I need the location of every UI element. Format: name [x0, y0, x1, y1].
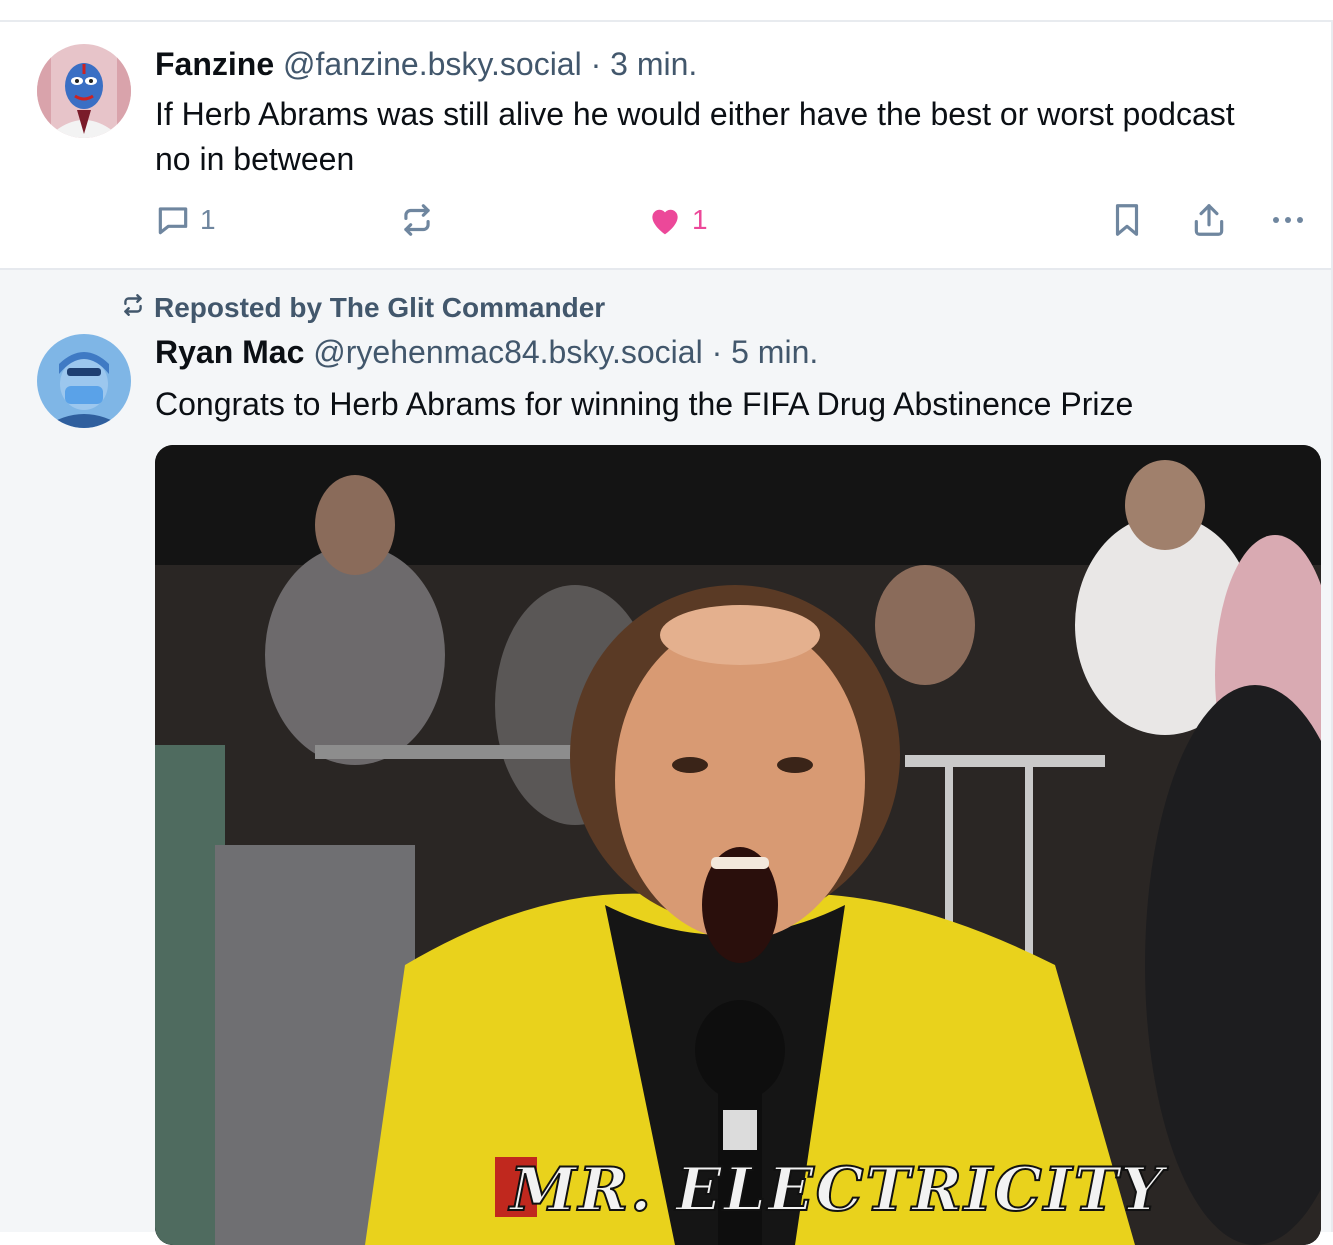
feed-post-ryan-mac[interactable]: Reposted by The Glit Commander Ryan Mac … [0, 270, 1331, 1245]
post-header: Ryan Mac @ryehenmac84.bsky.social · 5 mi… [155, 332, 818, 372]
heart-icon [646, 201, 684, 239]
share-button[interactable] [1190, 198, 1228, 242]
repost-small-icon [120, 292, 146, 325]
post-image[interactable]: MR. ELECTRICITY [155, 445, 1321, 1245]
like-count: 1 [692, 204, 708, 235]
more-dots-icon [1268, 201, 1308, 239]
post-text: Congrats to Herb Abrams for winning the … [155, 386, 1134, 422]
avatar-ryan-mac[interactable] [37, 334, 131, 428]
post-header: Fanzine @fanzine.bsky.social · 3 min. [155, 44, 697, 84]
post-text: If Herb Abrams was still alive he would … [155, 96, 1235, 177]
bookmark-icon [1108, 201, 1146, 239]
author-handle[interactable]: @fanzine.bsky.social [283, 46, 582, 82]
like-button[interactable]: 1 [646, 198, 708, 242]
repost-indicator[interactable]: Reposted by The Glit Commander [120, 290, 605, 326]
separator-dot: · [711, 334, 723, 370]
author-handle[interactable]: @ryehenmac84.bsky.social [313, 334, 702, 370]
post-timestamp[interactable]: 5 min. [731, 334, 818, 370]
more-options-button[interactable] [1268, 198, 1308, 242]
separator-dot: · [590, 46, 602, 82]
repost-button[interactable] [398, 198, 436, 242]
post-image-art [155, 445, 1321, 1245]
repost-label: Reposted by The Glit Commander [154, 292, 606, 323]
repost-arrows-icon [398, 201, 436, 239]
author-name[interactable]: Ryan Mac [155, 334, 304, 370]
post-timestamp[interactable]: 3 min. [610, 46, 697, 82]
author-name[interactable]: Fanzine [155, 46, 274, 82]
reply-button[interactable]: 1 [154, 198, 216, 242]
avatar-fanzine[interactable] [37, 44, 131, 138]
feed-post-fanzine[interactable]: Fanzine @fanzine.bsky.social · 3 min. If… [0, 22, 1331, 270]
image-caption-overlay: MR. ELECTRICITY [509, 1154, 1166, 1226]
bookmark-button[interactable] [1108, 198, 1146, 242]
share-icon [1190, 201, 1228, 239]
post-actions: 1 1 [150, 198, 1320, 242]
speech-bubble-icon [154, 201, 192, 239]
reply-count: 1 [200, 204, 216, 235]
